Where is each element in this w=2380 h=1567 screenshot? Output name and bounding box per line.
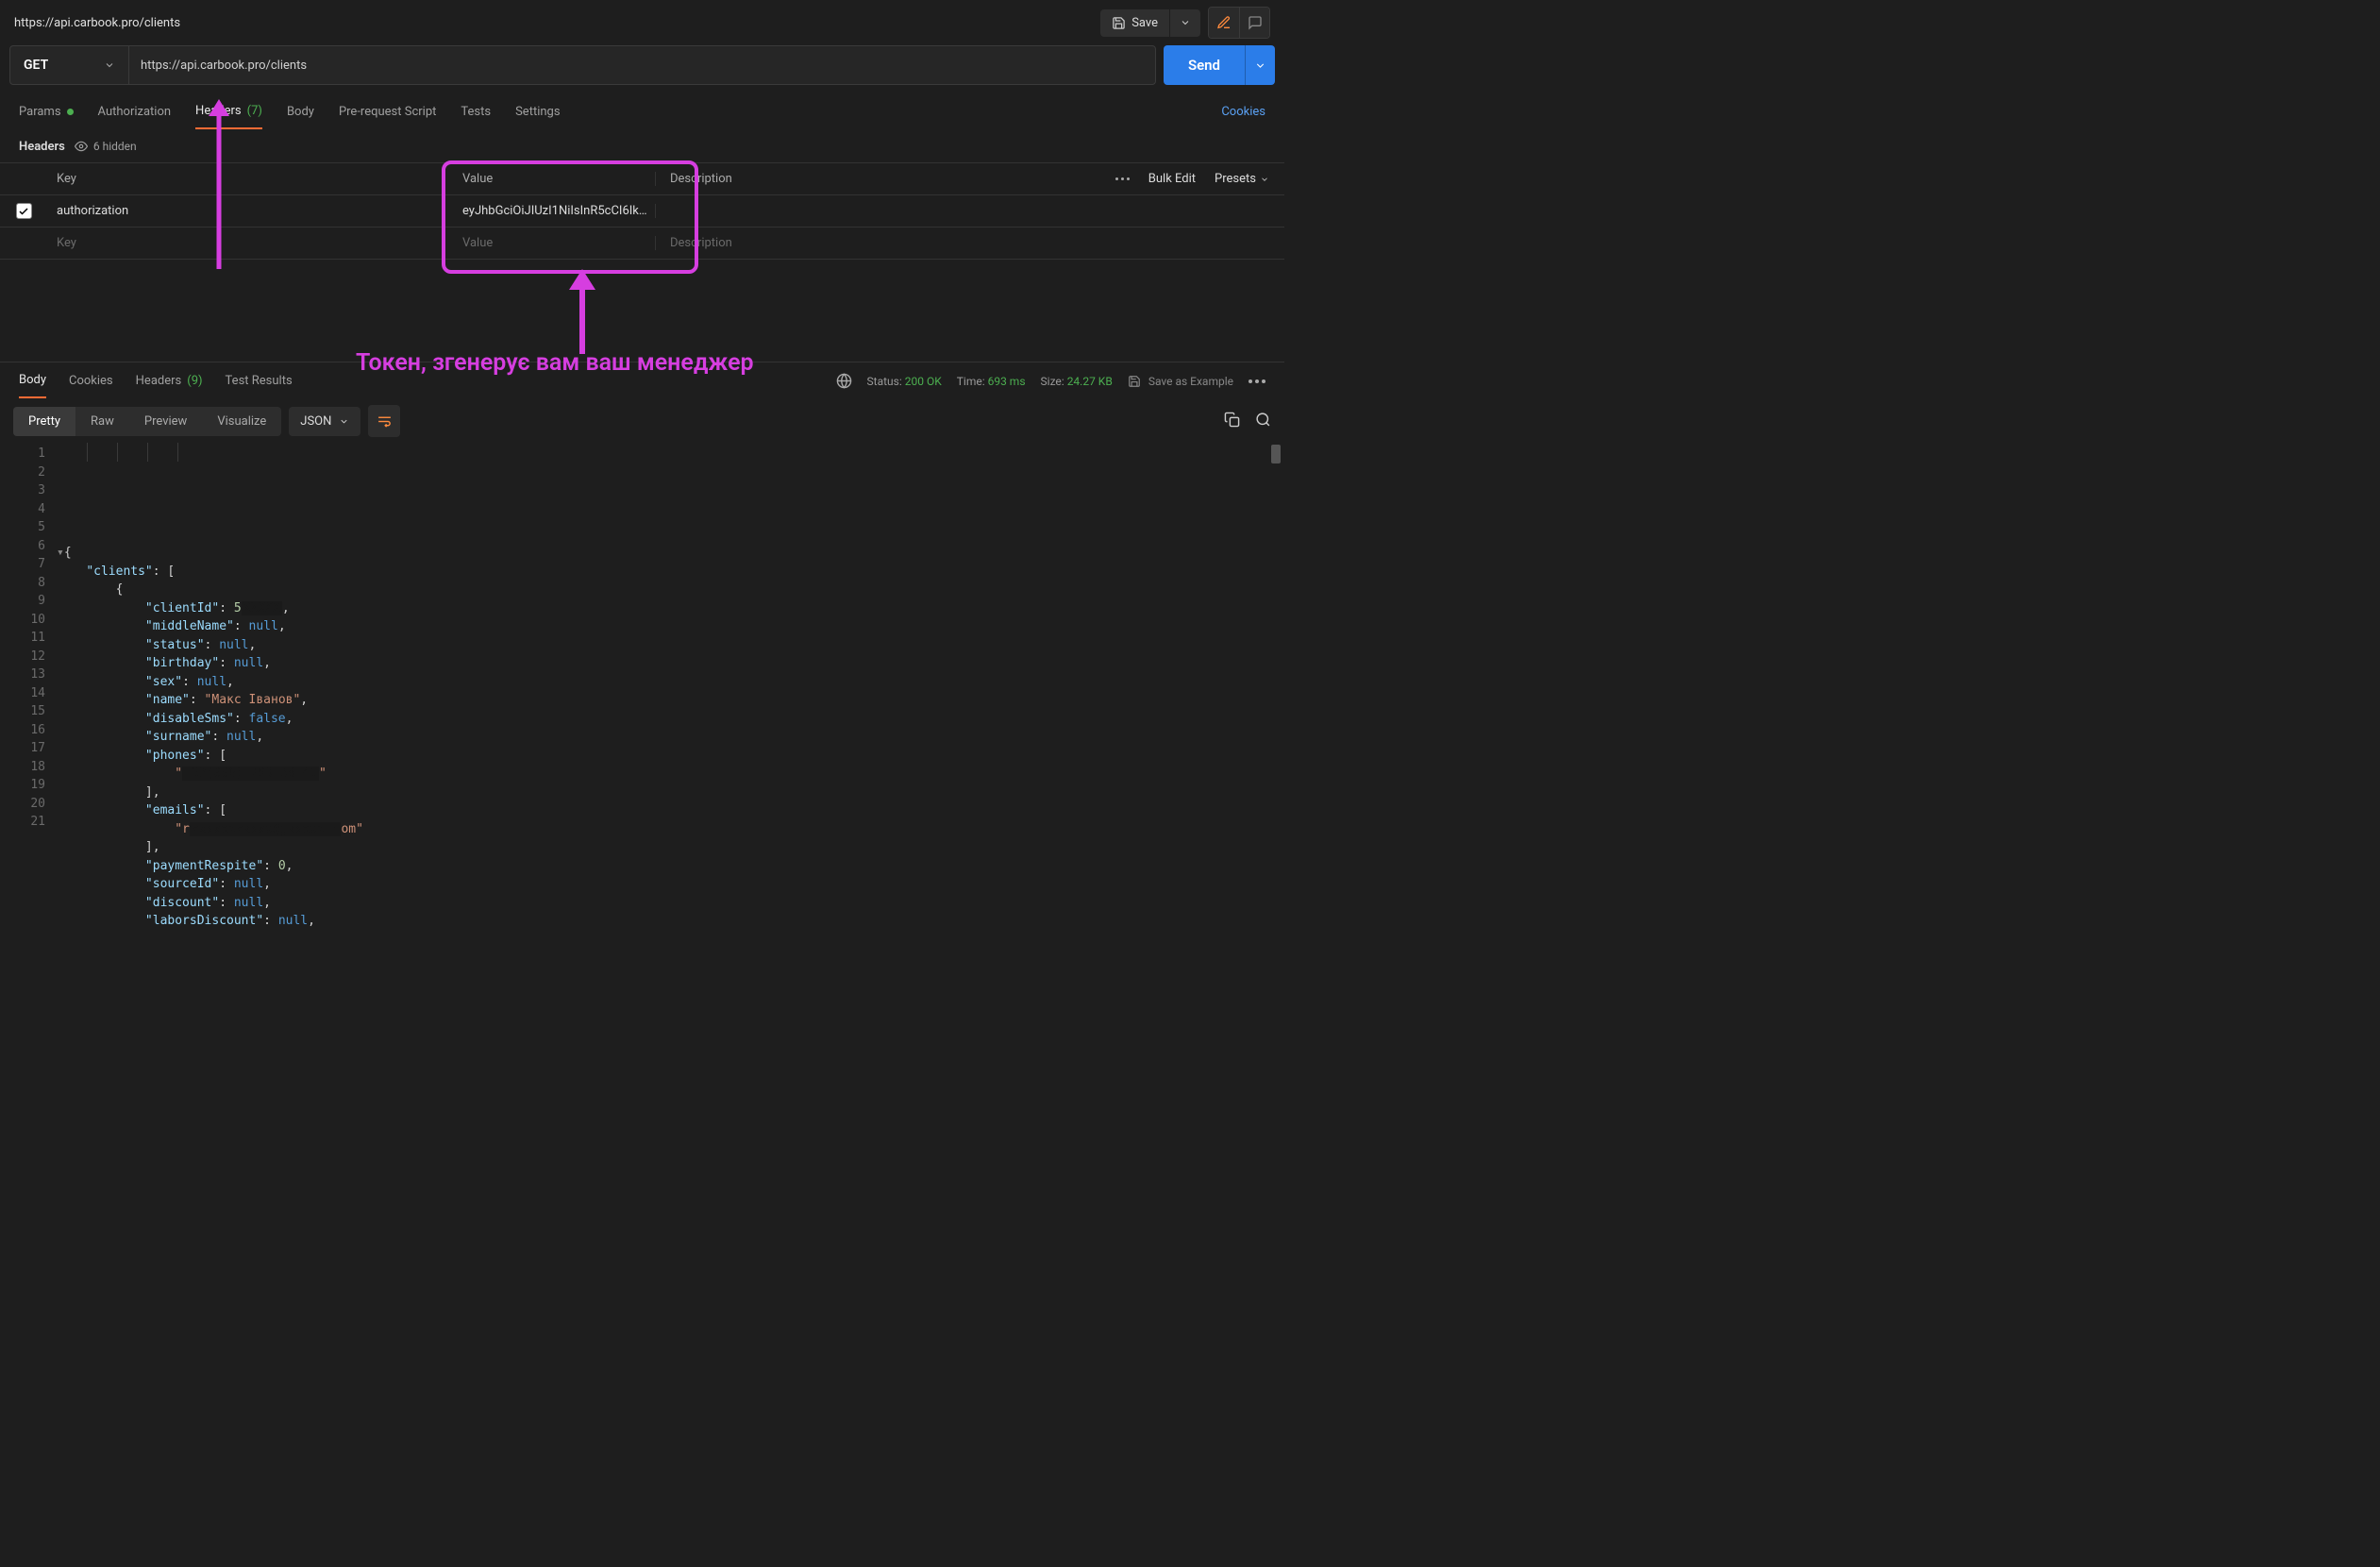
params-indicator [67, 109, 74, 115]
copy-icon [1224, 412, 1240, 428]
save-options-button[interactable] [1169, 9, 1200, 37]
response-type-value: JSON [300, 414, 331, 429]
view-preview[interactable]: Preview [129, 407, 202, 436]
chevron-down-icon [339, 416, 349, 427]
save-icon [1112, 16, 1126, 30]
chevron-down-icon [1260, 175, 1269, 184]
col-description: Description [670, 172, 732, 186]
col-value: Value [444, 172, 656, 186]
save-button[interactable]: Save [1100, 9, 1169, 37]
line-gutter: 123456789101112131415161718192021 [0, 443, 57, 820]
tab-headers[interactable]: Headers (7) [195, 94, 262, 129]
url-input[interactable]: https://api.carbook.pro/clients [129, 46, 1155, 84]
chevron-down-icon [104, 59, 115, 71]
search-icon [1255, 412, 1271, 428]
header-value-input[interactable]: Value [444, 236, 656, 250]
header-desc-input[interactable]: Description [656, 236, 1284, 250]
pencil-icon [1216, 15, 1232, 30]
status-block: Status: 200 OK [867, 375, 942, 388]
save-as-example-label: Save as Example [1148, 375, 1233, 388]
header-value-input[interactable]: eyJhbGciOiJIUzI1NiIsInR5cCI6Ik… [444, 204, 656, 218]
header-more-icon[interactable] [1115, 177, 1130, 180]
wrap-icon [377, 413, 393, 430]
send-options-button[interactable] [1245, 45, 1275, 85]
col-key: Key [47, 172, 444, 186]
comment-button[interactable] [1239, 8, 1269, 38]
tab-resp-results[interactable]: Test Results [226, 363, 293, 398]
cookies-link[interactable]: Cookies [1221, 105, 1265, 119]
hidden-headers-toggle[interactable]: 6 hidden [75, 140, 137, 153]
header-row-new: Key Value Description [0, 227, 1284, 260]
response-more-button[interactable] [1249, 379, 1265, 383]
view-pretty[interactable]: Pretty [13, 407, 75, 436]
time-block: Time: 693 ms [957, 375, 1026, 388]
tab-headers-label: Headers [195, 104, 242, 118]
method-value: GET [24, 58, 48, 73]
network-icon[interactable] [836, 373, 852, 389]
headers-label: Headers [19, 140, 65, 154]
headers-count: (7) [247, 104, 262, 118]
tab-body[interactable]: Body [287, 94, 314, 129]
save-icon [1128, 375, 1141, 388]
chevron-down-icon [1180, 17, 1191, 28]
wrap-lines-button[interactable] [368, 405, 400, 437]
scrollbar-thumb[interactable] [1271, 445, 1281, 463]
tab-settings[interactable]: Settings [515, 94, 560, 129]
chevron-down-icon [1254, 59, 1266, 72]
header-row: authorization eyJhbGciOiJIUzI1NiIsInR5cC… [0, 195, 1284, 227]
comment-icon [1248, 15, 1263, 30]
tab-authorization[interactable]: Authorization [98, 94, 172, 129]
bulk-edit-button[interactable]: Bulk Edit [1148, 172, 1196, 186]
eye-icon [75, 140, 88, 153]
response-body[interactable]: 123456789101112131415161718192021 ▾{ "cl… [0, 443, 1284, 820]
search-button[interactable] [1255, 412, 1271, 431]
presets-label: Presets [1215, 172, 1256, 186]
presets-button[interactable]: Presets [1215, 172, 1269, 186]
tab-params-label: Params [19, 105, 61, 119]
view-visualize[interactable]: Visualize [202, 407, 281, 436]
size-block: Size: 24.27 KB [1041, 375, 1113, 388]
resp-headers-count: (9) [187, 374, 202, 388]
response-type-select[interactable]: JSON [289, 407, 360, 436]
tab-resp-body[interactable]: Body [19, 363, 46, 398]
header-key-input[interactable]: Key [47, 236, 444, 250]
tab-resp-headers[interactable]: Headers (9) [136, 363, 203, 398]
header-enabled-checkbox[interactable] [16, 203, 32, 219]
send-button[interactable]: Send [1164, 45, 1245, 85]
save-label: Save [1131, 16, 1158, 30]
tab-params[interactable]: Params [19, 94, 74, 129]
check-icon [18, 206, 29, 217]
view-raw[interactable]: Raw [75, 407, 129, 436]
save-as-example-button[interactable]: Save as Example [1128, 375, 1233, 388]
method-select[interactable]: GET [10, 46, 129, 84]
header-key-input[interactable]: authorization [47, 204, 444, 218]
copy-button[interactable] [1224, 412, 1240, 431]
breadcrumb: https://api.carbook.pro/clients [14, 16, 180, 30]
edit-button[interactable] [1209, 8, 1239, 38]
tab-tests[interactable]: Tests [461, 94, 491, 129]
tab-prerequest[interactable]: Pre-request Script [339, 94, 436, 129]
tab-resp-cookies[interactable]: Cookies [69, 363, 113, 398]
hidden-count: 6 hidden [93, 140, 137, 153]
annotation-arrow-up-short [563, 269, 601, 354]
tab-resp-headers-label: Headers [136, 374, 182, 388]
